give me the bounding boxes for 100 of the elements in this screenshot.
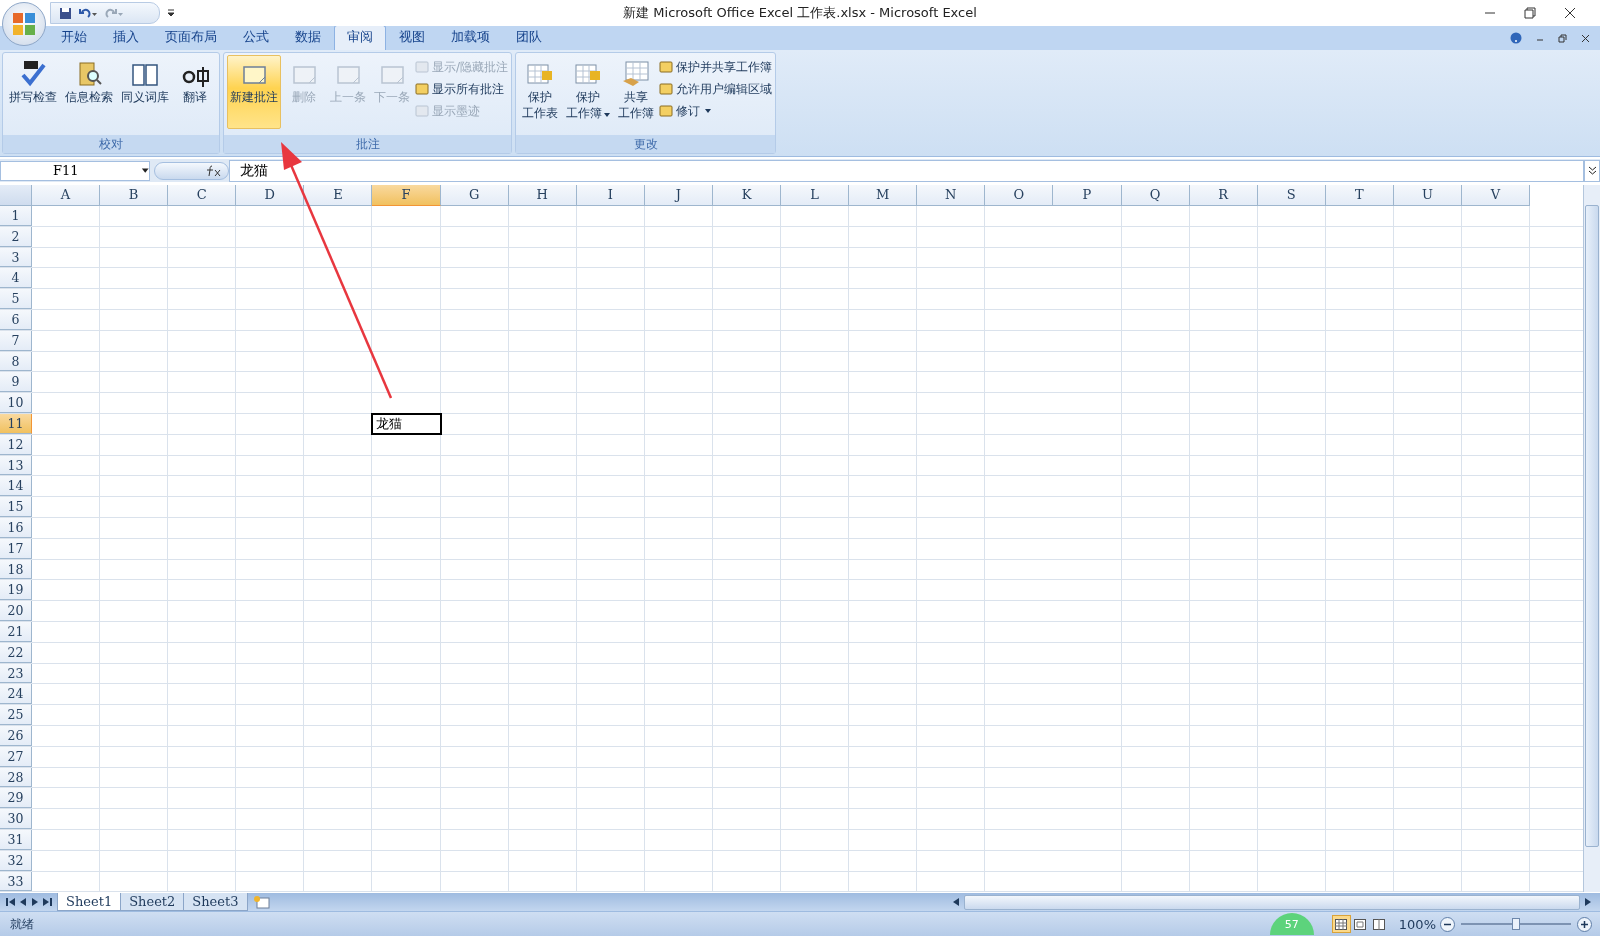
row-header[interactable]: 9 [0, 372, 32, 393]
row-header[interactable]: 6 [0, 310, 32, 330]
row-header[interactable]: 23 [0, 663, 32, 684]
ribbon-button[interactable]: 新建批注 [227, 55, 281, 129]
column-header[interactable]: H [508, 185, 577, 206]
column-header[interactable]: P [1053, 185, 1122, 206]
row-header[interactable]: 15 [0, 497, 32, 517]
row-header[interactable]: 11 [0, 413, 32, 434]
ribbon-button[interactable]: 保护 工作簿 [563, 55, 614, 129]
ribbon-tab[interactable]: 页面布局 [152, 25, 230, 50]
ribbon-button[interactable]: 保护 工作表 [519, 55, 562, 129]
row-header[interactable]: 28 [0, 767, 32, 788]
row-header[interactable]: 18 [0, 559, 32, 580]
last-sheet-icon[interactable] [43, 898, 52, 907]
row-header[interactable]: 5 [0, 289, 32, 309]
column-header[interactable]: F [372, 185, 441, 206]
column-header[interactable]: G [440, 185, 509, 206]
column-header[interactable]: O [985, 185, 1054, 206]
slider-thumb[interactable] [1512, 918, 1520, 931]
column-header[interactable]: Q [1121, 185, 1190, 206]
scroll-right-icon[interactable] [1584, 898, 1592, 907]
ribbon-button[interactable]: 修订 [659, 101, 773, 121]
zoom-out-button[interactable] [1440, 916, 1455, 932]
view-button[interactable] [1331, 915, 1351, 934]
row-header[interactable]: 26 [0, 725, 32, 746]
ribbon-tab[interactable]: 开始 [48, 25, 100, 50]
row-header[interactable]: 24 [0, 684, 32, 705]
row-header[interactable]: 2 [0, 226, 32, 247]
row-header[interactable]: 22 [0, 642, 32, 663]
scroll-left-icon[interactable] [952, 898, 960, 907]
ribbon-button[interactable]: 拼写检查 [6, 55, 60, 129]
row-header[interactable]: 10 [0, 393, 32, 413]
row-header[interactable]: 25 [0, 705, 32, 725]
row-header[interactable]: 27 [0, 746, 32, 767]
column-header[interactable]: N [917, 185, 986, 206]
row-header[interactable]: 21 [0, 621, 32, 642]
table-cell[interactable]: 龙猫 [372, 413, 441, 434]
first-sheet-icon[interactable] [6, 898, 15, 907]
function-button[interactable] [154, 161, 229, 180]
row-header[interactable]: 16 [0, 517, 32, 538]
column-header[interactable]: L [781, 185, 850, 206]
undo-icon[interactable] [78, 6, 98, 20]
column-header[interactable]: R [1189, 185, 1258, 206]
ribbon-tab[interactable]: 团队 [503, 25, 555, 50]
column-header[interactable]: E [304, 185, 373, 206]
next-sheet-icon[interactable] [31, 898, 39, 907]
ribbon-button[interactable]: 信息检索 [62, 55, 116, 129]
ribbon-button[interactable]: 同义词库 [118, 55, 172, 129]
formula-input[interactable]: 龙猫 [229, 159, 1584, 182]
row-header[interactable]: 14 [0, 476, 32, 497]
close-icon[interactable] [1564, 7, 1576, 19]
ribbon-button[interactable]: 保护并共享工作簿 [659, 57, 773, 77]
row-header[interactable]: 1 [0, 206, 32, 226]
row-header[interactable]: 4 [0, 268, 32, 289]
ribbon-tab[interactable]: 插入 [100, 25, 152, 50]
ribbon-tab[interactable]: 加载项 [438, 25, 503, 50]
column-header[interactable]: C [168, 185, 237, 206]
column-header[interactable]: A [32, 185, 101, 206]
row-header[interactable]: 20 [0, 601, 32, 621]
row-header[interactable]: 3 [0, 247, 32, 268]
ribbon-button[interactable]: 共享 工作簿 [615, 55, 658, 129]
zoom-in-button[interactable] [1577, 916, 1592, 932]
ribbon-button[interactable]: 显示所有批注 [415, 79, 509, 99]
row-header[interactable]: 7 [0, 330, 32, 351]
column-header[interactable]: M [849, 185, 918, 206]
vertical-scrollbar[interactable] [1583, 185, 1600, 893]
column-header[interactable]: U [1393, 185, 1462, 206]
column-header[interactable]: S [1257, 185, 1326, 206]
sheet-tab[interactable]: Sheet2 [120, 893, 185, 912]
column-header[interactable]: I [576, 185, 645, 206]
column-header[interactable]: D [236, 185, 305, 206]
ribbon-tab[interactable]: 公式 [230, 25, 282, 50]
row-header[interactable]: 17 [0, 538, 32, 559]
previous-sheet-icon[interactable] [19, 898, 27, 907]
row-header[interactable]: 12 [0, 434, 32, 455]
row-header[interactable]: 8 [0, 351, 32, 372]
row-header[interactable]: 32 [0, 850, 32, 871]
row-header[interactable]: 29 [0, 788, 32, 809]
restore-icon[interactable] [1524, 7, 1536, 19]
column-header[interactable]: J [644, 185, 713, 206]
ribbon-button[interactable]: 允许用户编辑区域 [659, 79, 773, 99]
close-icon[interactable] [1581, 33, 1590, 43]
column-header[interactable]: V [1461, 185, 1531, 206]
row-header[interactable]: 19 [0, 580, 32, 601]
ribbon-tab[interactable]: 审阅 [334, 25, 386, 50]
column-header[interactable]: B [100, 185, 169, 206]
sheet-tab[interactable]: Sheet3 [183, 893, 248, 912]
row-header[interactable]: 30 [0, 809, 32, 829]
row-header[interactable]: 31 [0, 829, 32, 850]
help-icon[interactable] [1510, 32, 1522, 44]
row-header[interactable]: 13 [0, 455, 32, 476]
column-header[interactable]: K [712, 185, 782, 206]
restore-icon[interactable] [1558, 33, 1567, 43]
sheet-tab[interactable]: Sheet1 [57, 893, 122, 912]
row-header[interactable]: 33 [0, 871, 32, 892]
column-header[interactable]: T [1325, 185, 1394, 206]
ribbon-tab[interactable]: 视图 [386, 25, 438, 50]
expand-button[interactable] [1584, 159, 1600, 182]
save-icon[interactable] [59, 6, 72, 20]
ribbon-button[interactable]: 翻译 [174, 55, 216, 129]
